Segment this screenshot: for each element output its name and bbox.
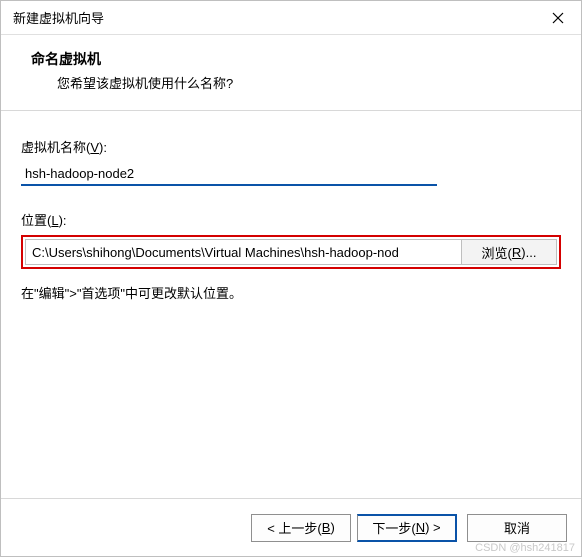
wizard-footer: < 上一步(B) 下一步(N) > 取消 xyxy=(1,498,581,556)
location-input[interactable] xyxy=(25,239,461,265)
vm-name-label: 虚拟机名称(V): xyxy=(21,137,561,156)
page-title: 命名虚拟机 xyxy=(11,49,571,69)
window-title: 新建虚拟机向导 xyxy=(13,8,535,27)
wizard-body: 虚拟机名称(V): 位置(L): 浏览(R)... 在"编辑">"首选项"中可更… xyxy=(1,111,581,498)
page-subtitle: 您希望该虚拟机使用什么名称? xyxy=(11,73,571,92)
location-label: 位置(L): xyxy=(21,210,561,229)
next-button[interactable]: 下一步(N) > xyxy=(357,514,457,542)
close-icon xyxy=(552,12,564,24)
wizard-header: 命名虚拟机 您希望该虚拟机使用什么名称? xyxy=(1,35,581,111)
cancel-button[interactable]: 取消 xyxy=(467,514,567,542)
close-button[interactable] xyxy=(535,1,581,35)
wizard-window: 新建虚拟机向导 命名虚拟机 您希望该虚拟机使用什么名称? 虚拟机名称(V): 位… xyxy=(0,0,582,557)
vm-name-input[interactable] xyxy=(21,162,437,186)
location-group: 位置(L): 浏览(R)... xyxy=(21,210,561,269)
title-bar: 新建虚拟机向导 xyxy=(1,1,581,35)
location-row-highlight: 浏览(R)... xyxy=(21,235,561,269)
browse-button[interactable]: 浏览(R)... xyxy=(461,239,557,265)
back-button[interactable]: < 上一步(B) xyxy=(251,514,351,542)
default-location-hint: 在"编辑">"首选项"中可更改默认位置。 xyxy=(21,283,561,302)
nav-button-group: < 上一步(B) 下一步(N) > xyxy=(251,514,457,542)
